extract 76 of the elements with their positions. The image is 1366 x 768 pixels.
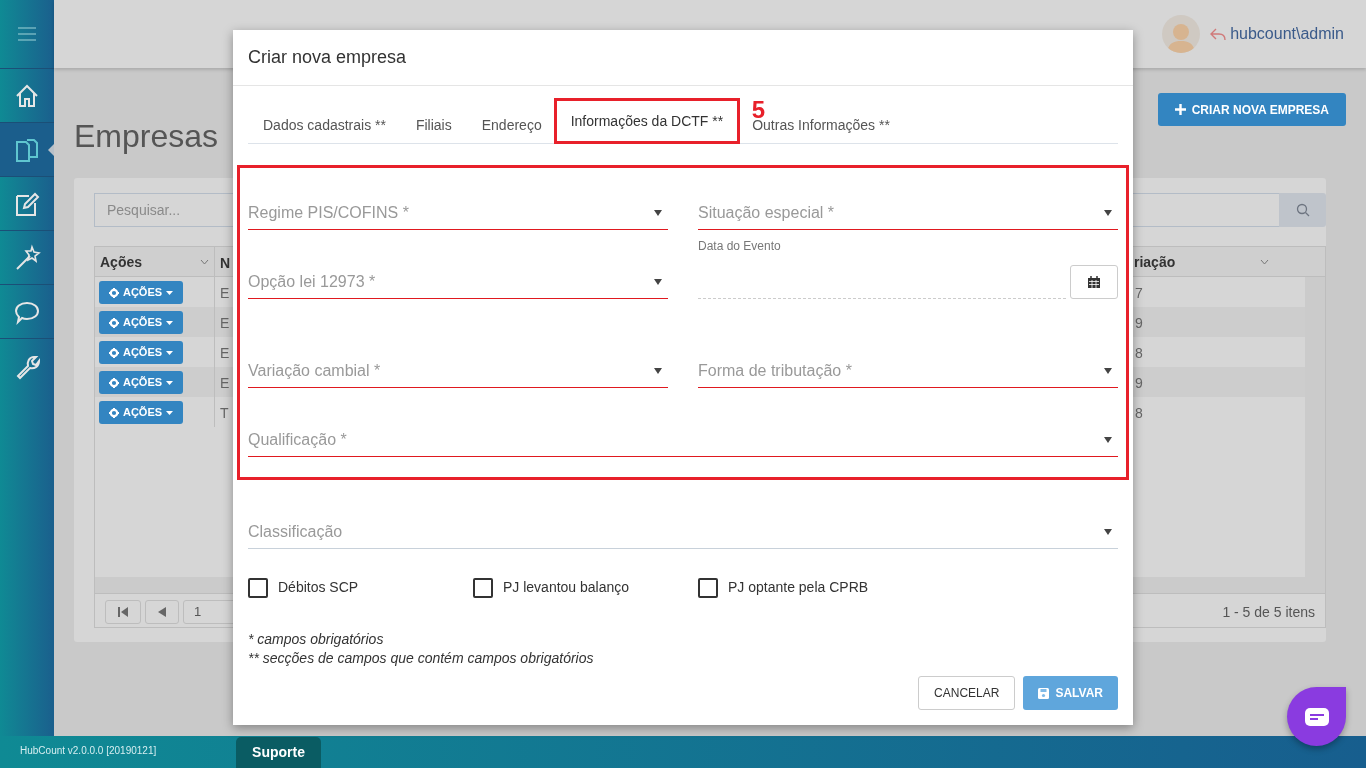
calendar-icon — [1088, 276, 1100, 288]
reply-arrow-icon — [1210, 27, 1227, 41]
chat-button[interactable] — [1287, 687, 1346, 746]
calendar-button[interactable] — [1070, 265, 1118, 299]
previous-icon — [158, 607, 166, 617]
dialog-title: Criar nova empresa — [248, 46, 407, 69]
table-cell-text: E — [220, 314, 230, 333]
select-field[interactable]: Situação especial * — [698, 196, 1118, 230]
caret-icon — [166, 410, 174, 415]
field-label: Data do Evento — [698, 238, 781, 255]
caret-icon — [654, 209, 662, 216]
actions-button[interactable]: AÇÕES — [99, 311, 183, 334]
caret-icon — [1104, 436, 1112, 443]
caret-icon — [1104, 528, 1112, 535]
plus-icon — [1174, 104, 1186, 115]
menu-icon — [17, 26, 37, 42]
tab[interactable]: Filiais — [400, 115, 467, 143]
actions-button[interactable]: AÇÕES — [99, 281, 183, 304]
message-icon — [1304, 707, 1329, 726]
pager-summary: 1 - 5 de 5 itens — [1222, 603, 1315, 622]
select-field[interactable]: Variação cambial * — [248, 354, 668, 388]
cancel-button[interactable]: CANCELAR — [918, 676, 1016, 710]
column-header[interactable]: N — [220, 253, 231, 274]
select-field[interactable]: Qualificação * — [248, 423, 1118, 457]
checkbox-label[interactable]: PJ optante pela CPRB — [728, 577, 869, 598]
gear-icon — [108, 287, 119, 298]
create-company-button[interactable]: CRIAR NOVA EMPRESA — [1157, 93, 1346, 126]
actions-button[interactable]: AÇÕES — [99, 401, 183, 424]
table-cell-text: 8 — [1135, 344, 1143, 363]
checkbox[interactable] — [473, 577, 493, 598]
footnote: ** secções de campos que contém campos obrigatórios — [248, 649, 595, 668]
table-cell-text: E — [220, 344, 230, 363]
version-label: HubCount v2.0.0.0 [20190121] — [20, 744, 157, 758]
caret-icon — [166, 290, 174, 295]
actions-button[interactable]: AÇÕES — [99, 371, 183, 394]
selection-pointer — [48, 144, 54, 156]
person-silhouette-icon — [1166, 21, 1197, 53]
column-header[interactable]: riação — [1134, 247, 1274, 277]
checkbox[interactable] — [698, 577, 718, 598]
caret-icon — [1104, 209, 1112, 216]
first-page-icon — [118, 607, 128, 617]
checkbox[interactable] — [248, 577, 268, 598]
table-cell-text: T — [220, 404, 229, 423]
checkbox-label[interactable]: Débitos SCP — [278, 577, 359, 598]
sidebar-item[interactable] — [0, 122, 54, 176]
gear-icon — [108, 347, 119, 358]
footnote: * campos obrigatórios — [248, 630, 385, 649]
table-cell-text: 9 — [1135, 374, 1143, 393]
actions-button[interactable]: AÇÕES — [99, 341, 183, 364]
table-cell-text: 8 — [1135, 404, 1143, 423]
table-cell-text: E — [220, 374, 230, 393]
tab[interactable]: Dados cadastrais ** — [248, 115, 401, 143]
first-page-button[interactable] — [105, 600, 141, 624]
table-cell-text: 9 — [1135, 314, 1143, 333]
tab[interactable]: Informações da DCTF ** — [553, 98, 741, 144]
page-title: Empresas — [74, 117, 219, 156]
select-field[interactable]: Forma de tributação * — [698, 354, 1118, 388]
support-tab[interactable]: Suporte — [236, 737, 321, 768]
select-field[interactable]: Regime PIS/COFINS * — [248, 196, 668, 230]
caret-icon — [166, 380, 174, 385]
chevron-down-icon — [1260, 259, 1269, 265]
vertical-scrollbar[interactable] — [1305, 277, 1325, 577]
table-cell-text: 7 — [1135, 284, 1143, 303]
select-field[interactable]: Classificação — [248, 515, 1118, 549]
caret-icon — [166, 350, 174, 355]
user-name[interactable]: hubcount\admin — [1230, 22, 1344, 46]
chevron-down-icon — [200, 259, 209, 265]
previous-page-button[interactable] — [145, 600, 179, 624]
gear-icon — [108, 407, 119, 418]
gear-icon — [108, 317, 119, 328]
gear-icon — [108, 377, 119, 388]
caret-icon — [166, 320, 174, 325]
checkbox-label[interactable]: PJ levantou balanço — [503, 577, 630, 598]
table-cell-text: E — [220, 284, 230, 303]
select-field[interactable]: Opção lei 12973 * — [248, 265, 668, 299]
search-icon — [1295, 203, 1310, 217]
